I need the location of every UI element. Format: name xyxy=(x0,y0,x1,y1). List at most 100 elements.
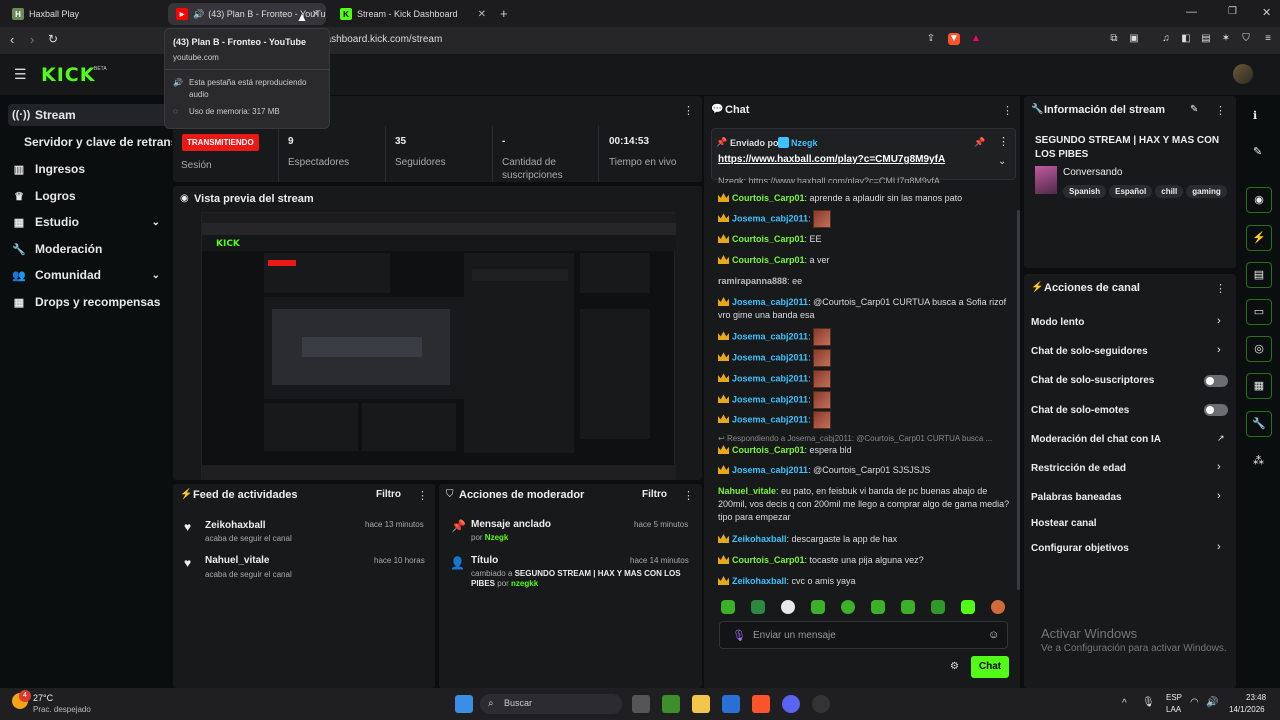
chevron-right-icon[interactable]: › xyxy=(1217,490,1221,502)
chevron-right-icon[interactable]: › xyxy=(1217,541,1221,553)
chat-username[interactable]: Courtois_Carp01 xyxy=(732,445,805,455)
wallet-icon[interactable]: ▤ xyxy=(1200,33,1212,45)
obs-icon[interactable] xyxy=(812,695,830,713)
chat-username[interactable]: ramirapanna888 xyxy=(718,276,787,286)
forward-icon[interactable]: › xyxy=(30,32,34,47)
emote-icon[interactable] xyxy=(991,600,1005,614)
chat-username[interactable]: Nahuel_vitale xyxy=(718,486,776,496)
clock-date[interactable]: 14/1/2026 xyxy=(1229,705,1265,714)
feed-filter-button[interactable]: Filtro xyxy=(376,489,401,500)
channel-action-host[interactable]: Hostear canal xyxy=(1031,518,1097,529)
channel-action-banned-words[interactable]: Palabras baneadas xyxy=(1031,492,1122,503)
brave-rewards-icon[interactable]: ▲ xyxy=(970,33,982,45)
chevron-right-icon[interactable]: › xyxy=(1217,315,1221,327)
store-icon[interactable] xyxy=(722,695,740,713)
share-icon[interactable]: ⇪ xyxy=(925,33,937,45)
more-options-icon[interactable]: ⋮ xyxy=(1215,104,1226,117)
tag[interactable]: chill xyxy=(1155,185,1184,198)
mod-action-user[interactable]: nzegkk xyxy=(511,579,538,588)
wrench-icon[interactable]: 🔧 xyxy=(1246,411,1272,437)
eye-icon[interactable]: ◉ xyxy=(1246,187,1272,213)
file-explorer-icon[interactable] xyxy=(692,695,710,713)
leo-icon[interactable]: ✶ xyxy=(1220,33,1232,45)
reload-icon[interactable]: ↻ xyxy=(48,32,58,46)
chat-username[interactable]: Josema_cabj2011 xyxy=(732,373,808,383)
brave-icon[interactable] xyxy=(752,695,770,713)
more-options-icon[interactable]: ⋮ xyxy=(998,135,1009,148)
tray-chevron-icon[interactable]: ^ xyxy=(1122,698,1127,709)
emote-icon[interactable] xyxy=(781,600,795,614)
stream-preview-video[interactable]: KICK xyxy=(201,212,676,480)
mod-filter-button[interactable]: Filtro xyxy=(642,489,667,500)
minimize-icon[interactable]: — xyxy=(1186,6,1197,18)
emote-icon[interactable] xyxy=(721,600,735,614)
chat-username[interactable]: Courtois_Carp01 xyxy=(732,255,805,265)
emote-icon[interactable] xyxy=(871,600,885,614)
chat-send-button[interactable]: Chat xyxy=(971,656,1009,678)
taskbar-search[interactable]: ⌕ Buscar xyxy=(480,694,622,714)
brave-shields-icon[interactable]: ▼ xyxy=(948,33,960,45)
tag[interactable]: Español xyxy=(1109,185,1153,198)
channel-action-age-restriction[interactable]: Restricción de edad xyxy=(1031,463,1126,474)
pinned-link[interactable]: https://www.haxball.com/play?c=CMU7g8M9y… xyxy=(718,154,945,165)
subscribers-only-toggle[interactable] xyxy=(1204,375,1228,387)
edit-pencil-icon[interactable]: ✎ xyxy=(1190,104,1198,115)
channel-action-slow-mode[interactable]: Modo lento xyxy=(1031,317,1084,328)
url-field[interactable]: dashboard.kick.com/stream xyxy=(320,34,442,45)
tag[interactable]: Spanish xyxy=(1063,185,1107,198)
close-window-icon[interactable]: ✕ xyxy=(1262,6,1271,19)
emote-icon[interactable] xyxy=(901,600,915,614)
chat-username[interactable]: Courtois_Carp01 xyxy=(732,555,805,565)
more-options-icon[interactable]: ⋮ xyxy=(683,489,694,502)
chat-username[interactable]: Zeikohaxball xyxy=(732,576,787,586)
apps-icon[interactable]: ⁂ xyxy=(1253,454,1264,467)
channel-action-ai-moderation[interactable]: Moderación del chat con IA xyxy=(1031,434,1161,445)
vpn-icon[interactable]: ⛉ xyxy=(1240,33,1252,45)
emotes-only-toggle[interactable] xyxy=(1204,404,1228,416)
emoji-icon[interactable]: ☺ xyxy=(988,629,999,641)
sidebar-item-logros[interactable]: ♛ Logros xyxy=(8,185,168,207)
tag[interactable]: gaming xyxy=(1186,185,1227,198)
sidebar-item-server-key[interactable]: Servidor y clave de retransm xyxy=(24,131,172,153)
volume-icon[interactable]: 🔊 xyxy=(1206,697,1218,708)
sidebar-item-stream[interactable]: ((·)) Stream xyxy=(8,104,168,126)
tab-kick-dashboard[interactable]: K Stream - Kick Dashboard ✕ xyxy=(332,3,492,25)
chat-scrollbar[interactable] xyxy=(1017,210,1020,590)
maximize-icon[interactable]: ❐ xyxy=(1228,6,1237,17)
chat-username[interactable]: Zeikohaxball xyxy=(732,534,787,544)
external-link-icon[interactable]: ↗ xyxy=(1217,433,1225,444)
pin-icon[interactable]: 📌 xyxy=(974,137,985,148)
emote-icon[interactable] xyxy=(961,600,975,614)
chevron-right-icon[interactable]: › xyxy=(1217,344,1221,356)
language-code[interactable]: ESP xyxy=(1166,693,1182,702)
avatar[interactable] xyxy=(1233,64,1253,84)
emote-icon[interactable] xyxy=(751,600,765,614)
microphone-icon[interactable]: 🎙 xyxy=(732,629,746,642)
settings-gear-icon[interactable]: ⚙ xyxy=(950,661,959,672)
clock-time[interactable]: 23:48 xyxy=(1246,693,1266,702)
sidebar-item-drops[interactable]: ▦ Drops y recompensas xyxy=(8,291,168,313)
discord-icon[interactable] xyxy=(782,695,800,713)
chat-username[interactable]: Josema_cabj2011 xyxy=(732,352,808,362)
emote-icon[interactable] xyxy=(811,600,825,614)
lightning-icon[interactable]: ⚡ xyxy=(1246,225,1272,251)
document-icon[interactable]: ▤ xyxy=(1246,262,1272,288)
chat-username[interactable]: Courtois_Carp01 xyxy=(732,193,805,203)
sidebar-item-comunidad[interactable]: 👥 Comunidad ⌄ xyxy=(8,264,168,286)
chevron-right-icon[interactable]: › xyxy=(1217,461,1221,473)
speaker-icon[interactable]: 🔊 xyxy=(193,9,204,20)
chat-bubble-icon[interactable]: ▭ xyxy=(1246,299,1272,325)
back-icon[interactable]: ‹ xyxy=(10,32,14,47)
new-tab-icon[interactable]: + xyxy=(500,6,508,21)
extensions-icon[interactable]: ⧉ xyxy=(1108,33,1120,45)
chat-username[interactable]: Josema_cabj2011 xyxy=(732,297,808,307)
tab-haxball[interactable]: H Haxball Play xyxy=(4,3,164,25)
chat-username[interactable]: Josema_cabj2011 xyxy=(732,465,808,475)
layout-icon[interactable]: ▦ xyxy=(1246,373,1272,399)
chat-username[interactable]: Josema_cabj2011 xyxy=(732,394,808,404)
weather-desc[interactable]: Prac. despejado xyxy=(33,705,91,714)
chat-username[interactable]: Josema_cabj2011 xyxy=(732,213,808,223)
chat-username[interactable]: Josema_cabj2011 xyxy=(732,331,808,341)
info-icon[interactable]: ℹ xyxy=(1253,109,1257,122)
screenshot-icon[interactable]: ▣ xyxy=(1128,33,1140,45)
